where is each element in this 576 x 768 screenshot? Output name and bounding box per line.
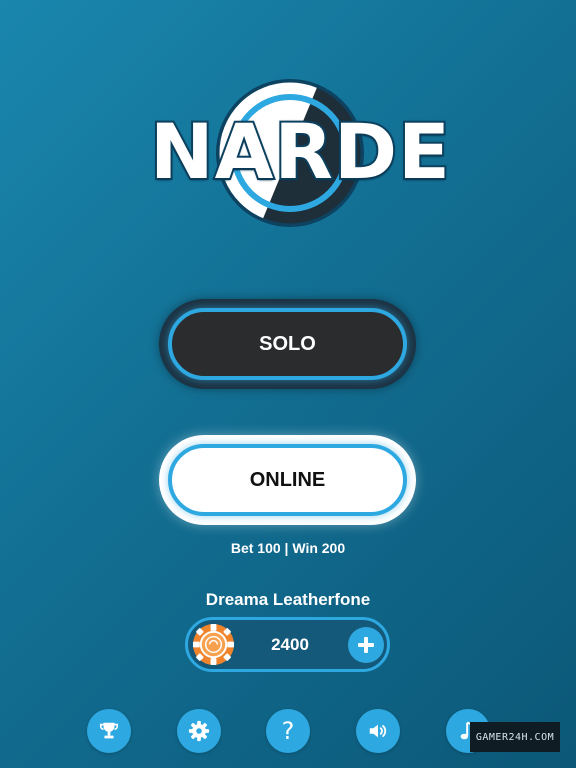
- plus-icon: [358, 637, 374, 653]
- game-logo: NARDE: [148, 75, 452, 235]
- add-coins-button[interactable]: [348, 627, 384, 663]
- solo-button-label: SOLO: [168, 308, 407, 380]
- bet-info: Bet 100 | Win 200: [230, 540, 346, 556]
- poker-chip-icon: [192, 623, 235, 666]
- help-button[interactable]: ?: [266, 709, 310, 753]
- game-title: NARDE: [148, 105, 452, 198]
- balance-amount: 2400: [271, 635, 309, 654]
- solo-button[interactable]: SOLO: [159, 299, 416, 389]
- coin-balance: 2400: [185, 617, 390, 672]
- leaderboard-button[interactable]: [87, 709, 131, 753]
- online-button-label: ONLINE: [168, 444, 407, 516]
- question-icon: ?: [281, 717, 295, 745]
- speaker-icon: [369, 724, 387, 738]
- trophy-icon: [99, 722, 119, 739]
- online-button[interactable]: ONLINE: [159, 435, 416, 525]
- watermark: GAMER24H.COM: [470, 722, 560, 752]
- settings-button[interactable]: [177, 709, 221, 753]
- gear-icon: [188, 720, 210, 742]
- player-name: Dreama Leatherfone: [205, 590, 371, 609]
- sound-button[interactable]: [356, 709, 400, 753]
